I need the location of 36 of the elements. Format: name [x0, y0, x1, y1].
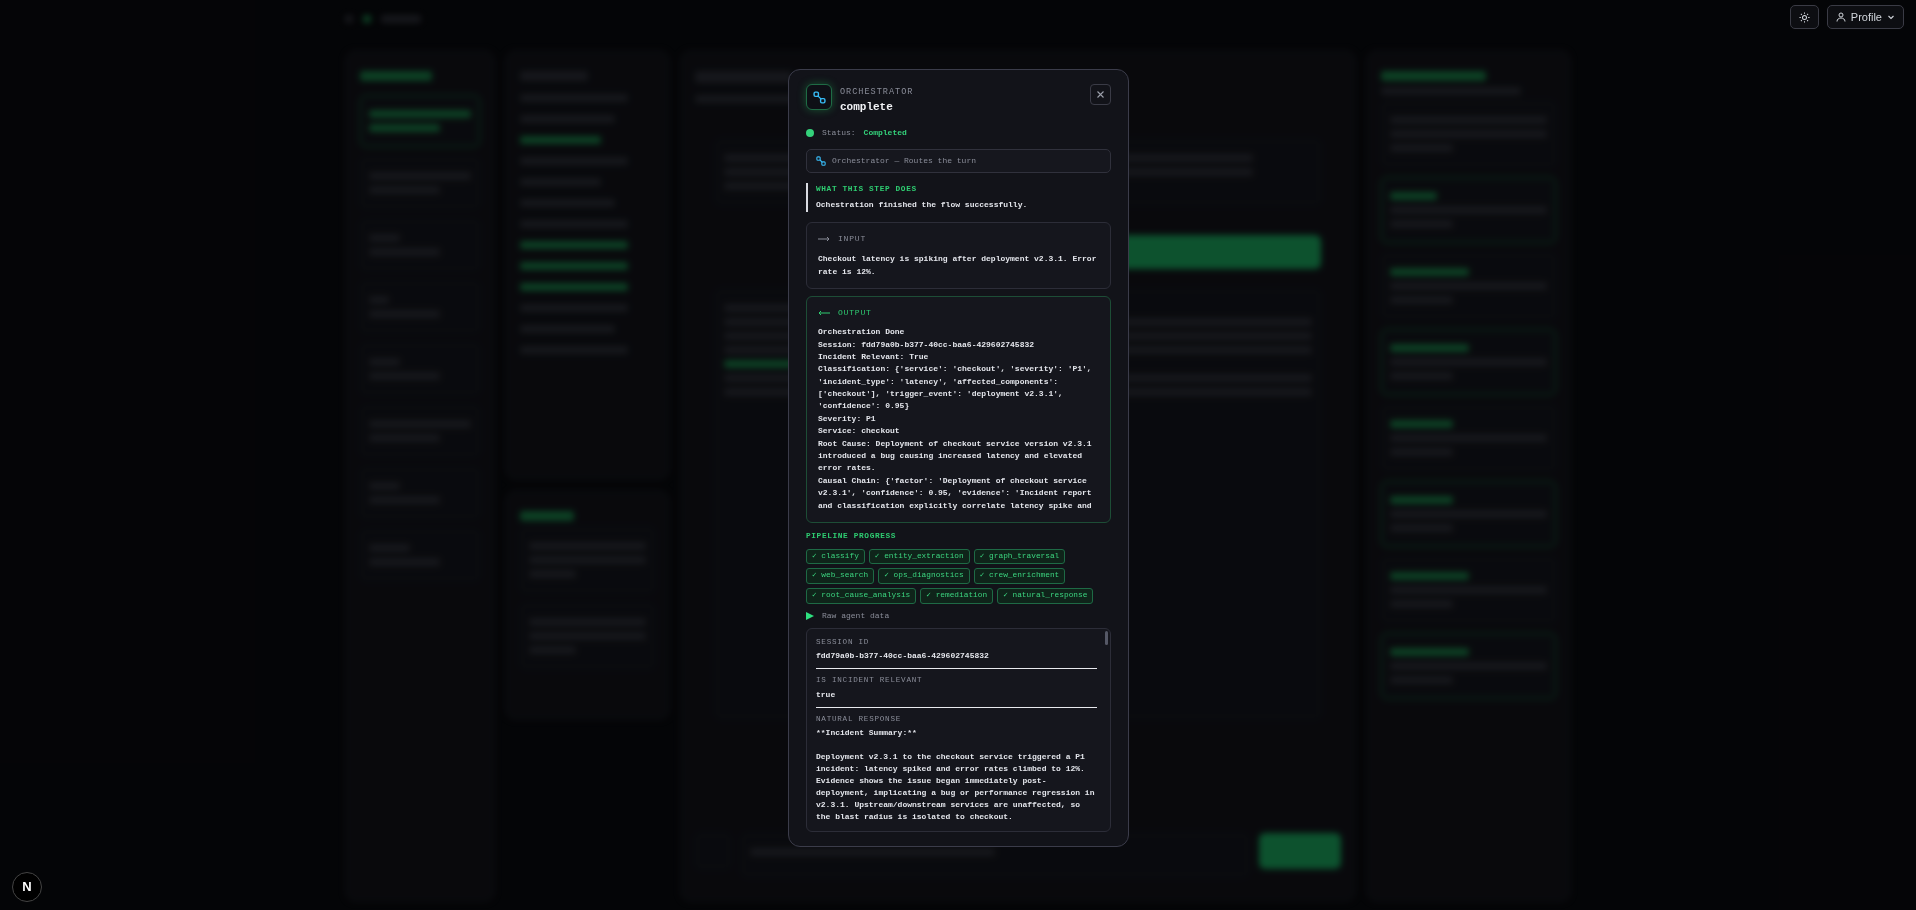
- link-nodes-icon: [812, 90, 826, 104]
- link-nodes-icon: [816, 156, 826, 167]
- field-value: **Incident Summary:** Deployment v2.3.1 to the checkout service triggered a P1 incident: latency spiked and error rates climbed to 12%. Evidence shows the issue began immediately post-deployment, implicating a bug or performance regression in v2.3.1. Upstream/downstream services are unaffected, so the blast radius is isolated to checkout.: [816, 726, 1096, 823]
- scrollbar-thumb[interactable]: [1105, 630, 1108, 645]
- output-line: Orchestration Done: [818, 326, 906, 339]
- raw-data-toggle[interactable]: Raw agent data: [806, 609, 890, 622]
- output-line: Incident Relevant: True: [818, 350, 930, 363]
- arrow-left-icon: [818, 310, 830, 317]
- close-button[interactable]: [1090, 84, 1111, 105]
- output-line: Classification: {'service': 'checkout', 'severity': 'P1', 'incident_type': 'latency', 'affected_components': ['checkout'], 'trigger_event': 'deployment v2.3.1', 'confidence': 0.95}: [818, 363, 1093, 413]
- output-line: Service: checkout: [818, 425, 901, 438]
- field-value: fdd79a0b-b377-40cc-baa6-429602745832: [816, 650, 990, 663]
- profile-button[interactable]: Profile: [1826, 5, 1904, 29]
- user-icon: [1835, 12, 1846, 22]
- arrow-right-icon: [818, 236, 830, 243]
- sun-icon: [1798, 11, 1810, 23]
- output-label: OUTPUT: [838, 307, 872, 320]
- output-line: Severity: P1: [818, 412, 877, 425]
- input-text: Checkout latency is spiking after deployment v2.3.1. Error rate is 12%.: [818, 253, 1098, 278]
- status-label: Status:: [822, 127, 856, 140]
- field-value: true: [816, 688, 837, 701]
- status-value: Completed: [863, 127, 907, 140]
- modal-title: complete: [840, 99, 894, 115]
- output-line: Session: fdd79a0b-b377-40cc-baa6-429602745832: [818, 338, 1036, 351]
- close-icon: [1097, 90, 1104, 98]
- input-label: INPUT: [838, 233, 866, 246]
- agent-kicker-label: ORCHESTRATOR: [840, 86, 915, 99]
- step-description: Ochestration finished the flow successfully.: [816, 198, 1029, 211]
- agent-chip-label: Orchestrator — Routes the turn: [832, 155, 977, 168]
- status-dot: [806, 129, 814, 138]
- output-line: Causal Chain: {'factor': 'Deployment of checkout service v2.3.1', 'confidence': 0.95, 'evidence': 'Incident report and classification explicitly correlate latency spike and: [818, 474, 1093, 512]
- triangle-icon: [806, 611, 814, 620]
- dev-tools-badge[interactable]: N: [12, 872, 42, 902]
- theme-toggle-button[interactable]: [1789, 5, 1819, 29]
- chevron-down-icon: [1887, 13, 1895, 21]
- output-line: Root Cause: Deployment of checkout service version v2.3.1 introduced a bug causing increased latency and elevated error rates.: [818, 437, 1093, 475]
